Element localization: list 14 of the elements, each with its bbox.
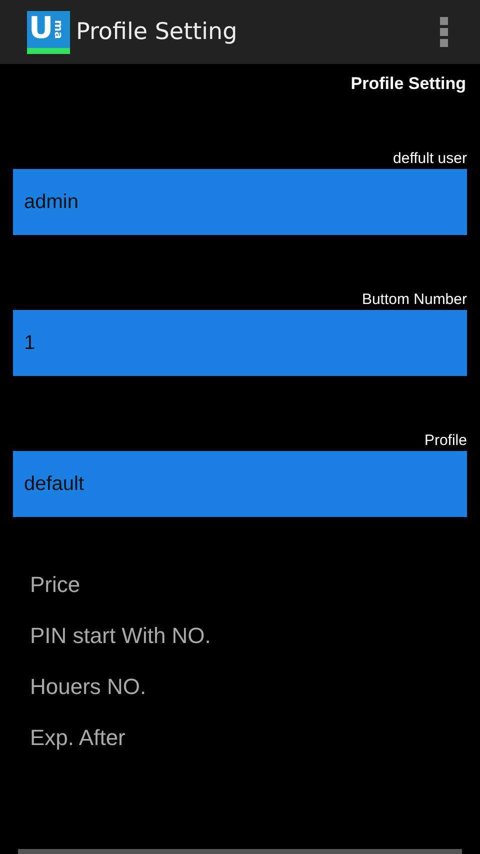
app-logo: U ma	[27, 10, 70, 54]
section-title: Profile Setting	[350, 73, 467, 94]
input-field[interactable]: 1	[13, 310, 467, 376]
settings-item[interactable]: PIN start With NO.	[30, 620, 211, 652]
input-field[interactable]: admin	[13, 169, 467, 235]
settings-item[interactable]: Exp. After	[30, 722, 126, 754]
menu-icon[interactable]	[438, 17, 450, 47]
field-label: Profile	[424, 432, 467, 449]
settings-item[interactable]: Price	[30, 569, 80, 601]
field-label: deffult user	[393, 150, 467, 167]
input-field[interactable]: default	[13, 451, 467, 517]
app-title: Profile Setting	[76, 19, 238, 45]
settings-item[interactable]: Houers NO.	[30, 671, 146, 703]
field-label: Buttom Number	[362, 291, 467, 308]
